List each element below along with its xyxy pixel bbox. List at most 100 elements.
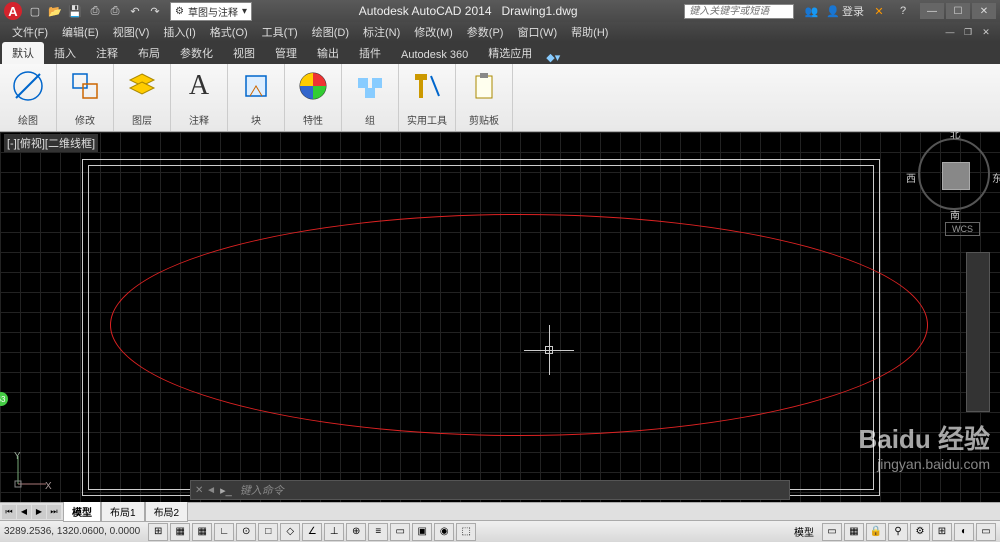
tab-nav-last[interactable]: ⏭ (47, 505, 61, 519)
sb-sc-icon[interactable]: ◉ (434, 523, 454, 541)
coordinates-display[interactable]: 3289.2536, 1320.0600, 0.0000 (4, 526, 140, 537)
sb-infer-icon[interactable]: ⊞ (148, 523, 168, 541)
sb-annovisibility-icon[interactable]: ⚲ (888, 523, 908, 541)
app-logo[interactable]: A (4, 2, 22, 20)
navigation-bar[interactable] (966, 252, 990, 412)
menu-dimension[interactable]: 标注(N) (357, 22, 406, 42)
sb-polar-icon[interactable]: ⊙ (236, 523, 256, 541)
viewcube-west[interactable]: 西 (906, 170, 916, 185)
exchange-icon[interactable]: ✕ (870, 2, 888, 20)
tab-default[interactable]: 默认 (2, 42, 44, 64)
sb-grid-icon[interactable]: ▦ (192, 523, 212, 541)
sb-cleanscreen-icon[interactable]: ▭ (976, 523, 996, 541)
cmdline-input[interactable]: 键入命令 (236, 482, 785, 498)
close-button[interactable]: ✕ (972, 3, 996, 19)
tab-nav-first[interactable]: ⏮ (2, 505, 16, 519)
menu-modify[interactable]: 修改(M) (408, 22, 459, 42)
sb-isolate-icon[interactable]: ◐ (954, 523, 974, 541)
help-icon[interactable]: ? (894, 2, 912, 20)
saveas-icon[interactable]: ⎙ (86, 2, 104, 20)
command-line[interactable]: ✕ ◄ ▸_ 键入命令 (190, 480, 790, 500)
tab-nav-prev[interactable]: ◀ (17, 505, 31, 519)
ribbon-group-properties[interactable]: 特性 (285, 64, 342, 131)
layout1-tab[interactable]: 布局1 (101, 501, 145, 522)
tab-insert[interactable]: 插入 (44, 42, 86, 64)
menu-file[interactable]: 文件(F) (6, 22, 54, 42)
sb-hwaccel-icon[interactable]: ⊞ (932, 523, 952, 541)
tab-manage[interactable]: 管理 (265, 42, 307, 64)
menu-edit[interactable]: 编辑(E) (56, 22, 105, 42)
menu-insert[interactable]: 插入(I) (157, 22, 201, 42)
new-icon[interactable]: ▢ (26, 2, 44, 20)
drawing-canvas[interactable]: [-][俯视][二维线框] 63 Y X 北 南 东 西 WCS Baidu 经… (0, 132, 1000, 502)
tab-layout[interactable]: 布局 (128, 42, 170, 64)
viewport-label[interactable]: [-][俯视][二维线框] (4, 134, 98, 152)
maximize-button[interactable]: ☐ (946, 3, 970, 19)
sb-ortho-icon[interactable]: ∟ (214, 523, 234, 541)
sb-quickview-icon[interactable]: ▦ (844, 523, 864, 541)
tab-parametric[interactable]: 参数化 (170, 42, 223, 64)
infocenter-icon[interactable]: 👥 (802, 2, 820, 20)
express-tools-icon[interactable]: ◆▾ (546, 51, 560, 64)
viewcube-face[interactable] (942, 162, 970, 190)
wcs-badge[interactable]: WCS (945, 222, 980, 236)
cmdline-close-icon[interactable]: ✕ ◄ (195, 485, 216, 496)
ucs-icon[interactable] (10, 452, 50, 492)
sb-ducs-icon[interactable]: ⊥ (324, 523, 344, 541)
sb-am-icon[interactable]: ⬚ (456, 523, 476, 541)
menu-window[interactable]: 窗口(W) (511, 22, 563, 42)
tab-plugins[interactable]: 插件 (349, 42, 391, 64)
tab-annotate[interactable]: 注释 (86, 42, 128, 64)
login-button[interactable]: 👤 登录 (826, 3, 864, 19)
tab-output[interactable]: 输出 (307, 42, 349, 64)
ribbon-group-utilities[interactable]: 实用工具 (399, 64, 456, 131)
tab-view[interactable]: 视图 (223, 42, 265, 64)
sb-osnap-icon[interactable]: □ (258, 523, 278, 541)
minimize-button[interactable]: — (920, 3, 944, 19)
ribbon-group-layers[interactable]: 图层 (114, 64, 171, 131)
tab-nav-next[interactable]: ▶ (32, 505, 46, 519)
print-icon[interactable]: ⎙ (106, 2, 124, 20)
tab-featured[interactable]: 精选应用 (478, 42, 542, 64)
sb-lwt-icon[interactable]: ≡ (368, 523, 388, 541)
tab-autodesk360[interactable]: Autodesk 360 (391, 46, 478, 64)
mdi-restore-button[interactable]: ❐ (960, 25, 976, 39)
sb-3dosnap-icon[interactable]: ◇ (280, 523, 300, 541)
model-tab[interactable]: 模型 (63, 501, 101, 522)
sb-annoscale-icon[interactable]: 🔒 (866, 523, 886, 541)
sb-dyn-icon[interactable]: ⊕ (346, 523, 366, 541)
ribbon-group-block[interactable]: 块 (228, 64, 285, 131)
sb-snap-icon[interactable]: ▦ (170, 523, 190, 541)
ribbon-group-annotate[interactable]: A 注释 (171, 64, 228, 131)
viewcube-ring[interactable]: 北 南 东 西 (918, 138, 990, 210)
viewcube-north[interactable]: 北 (950, 132, 960, 141)
ribbon-group-draw[interactable]: 绘图 (0, 64, 57, 131)
menu-format[interactable]: 格式(O) (204, 22, 254, 42)
menu-view[interactable]: 视图(V) (107, 22, 156, 42)
menu-help[interactable]: 帮助(H) (565, 22, 614, 42)
sb-otrack-icon[interactable]: ∠ (302, 523, 322, 541)
sb-workspace-icon[interactable]: ⚙ (910, 523, 930, 541)
sb-qp-icon[interactable]: ▣ (412, 523, 432, 541)
modelspace-label[interactable]: 模型 (788, 524, 820, 539)
redo-icon[interactable]: ↷ (146, 2, 164, 20)
sb-layout-icon[interactable]: ▭ (822, 523, 842, 541)
menu-parametric[interactable]: 参数(P) (461, 22, 510, 42)
undo-icon[interactable]: ↶ (126, 2, 144, 20)
menu-draw[interactable]: 绘图(D) (306, 22, 355, 42)
mdi-close-button[interactable]: ✕ (978, 25, 994, 39)
viewcube-east[interactable]: 东 (992, 170, 1000, 185)
sb-tpy-icon[interactable]: ▭ (390, 523, 410, 541)
menu-tools[interactable]: 工具(T) (256, 22, 304, 42)
save-icon[interactable]: 💾 (66, 2, 84, 20)
ribbon-group-clipboard[interactable]: 剪贴板 (456, 64, 513, 131)
viewcube[interactable]: 北 南 东 西 (918, 138, 990, 210)
open-icon[interactable]: 📂 (46, 2, 64, 20)
workspace-dropdown[interactable]: ⚙ 草图与注释 ▾ (170, 2, 252, 21)
viewcube-south[interactable]: 南 (950, 207, 960, 222)
ribbon-group-groups[interactable]: 组 (342, 64, 399, 131)
ribbon-group-modify[interactable]: 修改 (57, 64, 114, 131)
search-input[interactable] (684, 4, 794, 19)
mdi-minimize-button[interactable]: — (942, 25, 958, 39)
layout2-tab[interactable]: 布局2 (145, 501, 189, 522)
